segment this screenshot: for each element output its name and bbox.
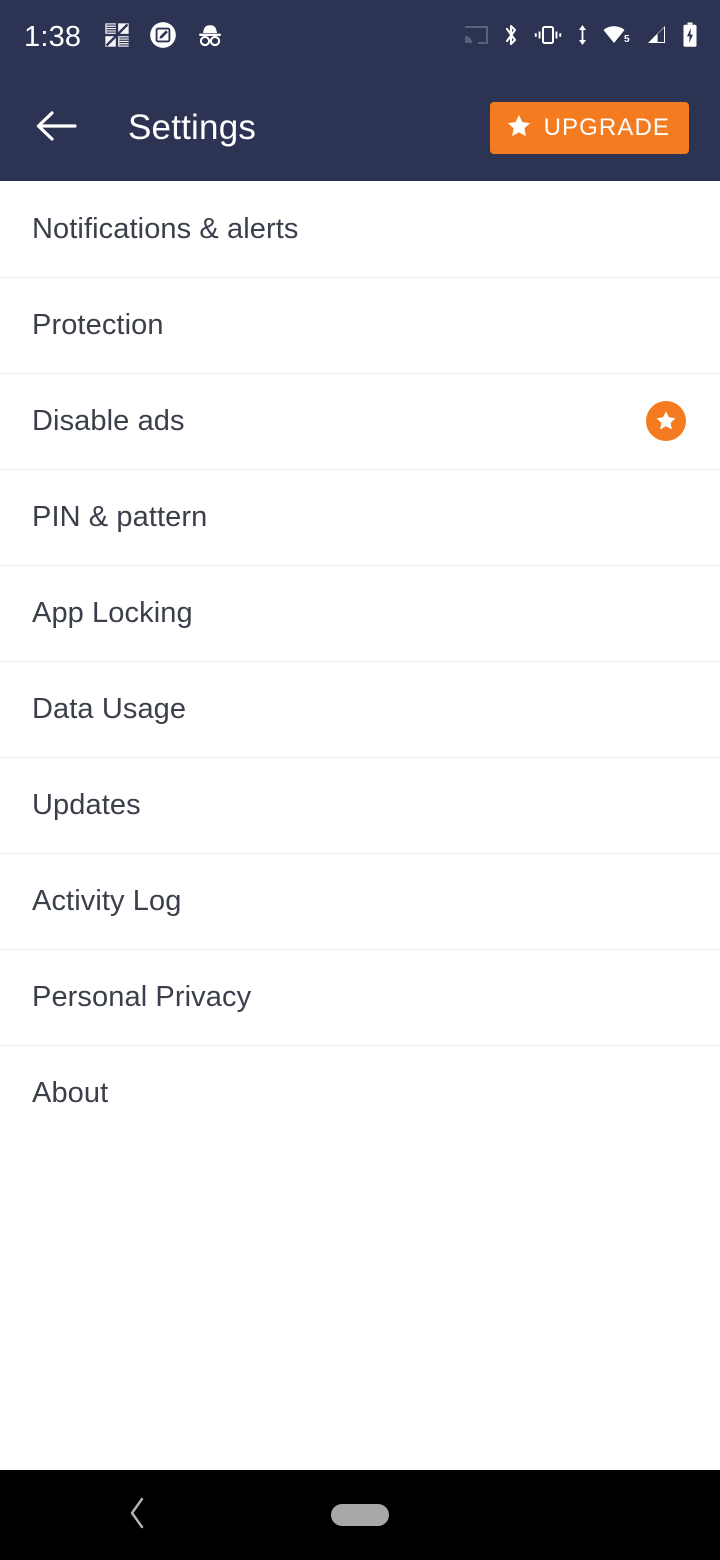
- incognito-icon: [195, 22, 225, 53]
- navigation-bar: [0, 1470, 720, 1560]
- phone-screen: 1:38 5 Settings UPGRADE Notifications & …: [0, 0, 720, 1560]
- status-bar-system-icons: 5: [463, 22, 698, 53]
- settings-row-label: Personal Privacy: [32, 980, 252, 1013]
- data-transfer-icon: [576, 23, 589, 52]
- settings-row-label: Activity Log: [32, 884, 182, 917]
- settings-row-activity-log[interactable]: Activity Log: [0, 853, 720, 949]
- settings-row-updates[interactable]: Updates: [0, 757, 720, 853]
- settings-list: Notifications & alerts Protection Disabl…: [0, 181, 720, 1141]
- arrow-left-icon: [35, 109, 77, 148]
- settings-row-label: About: [32, 1076, 109, 1109]
- settings-row-pin-pattern[interactable]: PIN & pattern: [0, 469, 720, 565]
- settings-row-disable-ads[interactable]: Disable ads: [0, 373, 720, 469]
- wifi-icon: 5: [602, 23, 632, 52]
- star-badge-icon: [646, 401, 686, 441]
- status-bar-notification-icons: [103, 21, 225, 54]
- back-button[interactable]: [30, 102, 82, 154]
- status-bar: 1:38 5: [0, 0, 720, 75]
- cast-icon: [463, 24, 489, 51]
- upgrade-button[interactable]: UPGRADE: [489, 102, 689, 154]
- avg-antivirus-icon: [103, 21, 131, 54]
- settings-row-app-locking[interactable]: App Locking: [0, 565, 720, 661]
- svg-text:5: 5: [624, 34, 630, 45]
- page-title: Settings: [128, 108, 257, 147]
- settings-row-label: PIN & pattern: [32, 500, 208, 533]
- upgrade-button-label: UPGRADE: [543, 114, 670, 141]
- settings-row-label: Protection: [32, 308, 164, 341]
- battery-charging-icon: [682, 22, 698, 53]
- cellular-signal-icon: [645, 23, 669, 52]
- settings-row-protection[interactable]: Protection: [0, 277, 720, 373]
- status-bar-clock: 1:38: [24, 21, 82, 53]
- settings-row-about[interactable]: About: [0, 1045, 720, 1141]
- settings-row-personal-privacy[interactable]: Personal Privacy: [0, 949, 720, 1045]
- settings-row-notifications-alerts[interactable]: Notifications & alerts: [0, 181, 720, 277]
- settings-row-label: Disable ads: [32, 404, 185, 437]
- star-icon: [506, 113, 532, 144]
- settings-row-label: Data Usage: [32, 692, 187, 725]
- bluetooth-icon: [502, 22, 520, 53]
- settings-row-label: App Locking: [32, 596, 193, 629]
- app-bar: Settings UPGRADE: [0, 75, 720, 181]
- chevron-left-icon: [127, 1496, 149, 1535]
- nav-back-button[interactable]: [116, 1493, 160, 1537]
- vibrate-icon: [533, 23, 563, 52]
- screenshot-edit-icon: [149, 21, 177, 54]
- settings-row-data-usage[interactable]: Data Usage: [0, 661, 720, 757]
- settings-row-label: Updates: [32, 788, 141, 821]
- settings-row-label: Notifications & alerts: [32, 212, 299, 245]
- home-pill-icon[interactable]: [331, 1504, 389, 1526]
